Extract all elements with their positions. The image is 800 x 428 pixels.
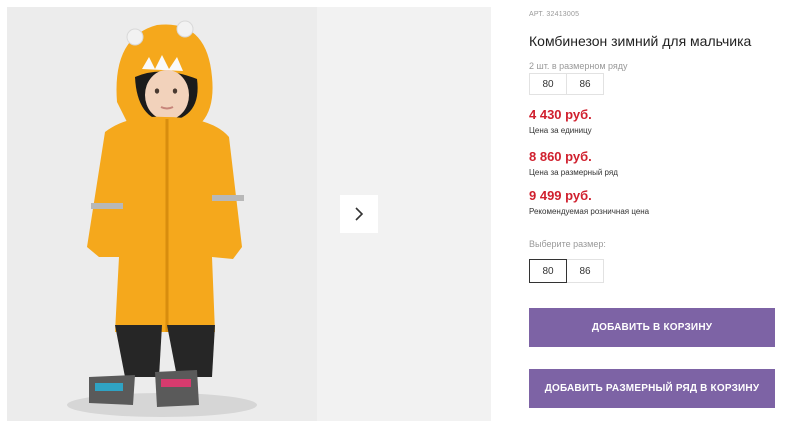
choose-size-label: Выберите размер: (529, 239, 606, 249)
add-to-cart-button[interactable]: ДОБАВИТЬ В КОРЗИНУ (529, 308, 775, 347)
unit-price-label: Цена за единицу (529, 126, 592, 135)
row-size-chip: 86 (566, 73, 604, 95)
product-photo[interactable] (7, 7, 317, 421)
retail-price: 9 499 руб. (529, 188, 592, 203)
size-option-86[interactable]: 86 (566, 259, 604, 283)
chevron-right-icon (355, 207, 364, 221)
row-count-label: 2 шт. в размерном ряду (529, 61, 628, 71)
row-price-label: Цена за размерный ряд (529, 168, 618, 177)
unit-price: 4 430 руб. (529, 107, 592, 122)
row-sizes-list: 80 86 (529, 73, 604, 95)
row-price: 8 860 руб. (529, 149, 592, 164)
size-selector: 80 86 (529, 259, 604, 283)
product-gallery (7, 7, 491, 421)
product-title: Комбинезон зимний для мальчика (529, 33, 752, 49)
gallery-next-button[interactable] (340, 195, 378, 233)
retail-price-label: Рекомендуемая розничная цена (529, 207, 650, 216)
size-option-80[interactable]: 80 (529, 259, 567, 283)
sku-label: АРТ. 32413005 (529, 11, 580, 18)
add-size-row-to-cart-button[interactable]: ДОБАВИТЬ РАЗМЕРНЫЙ РЯД В КОРЗИНУ (529, 369, 775, 408)
row-size-chip: 80 (529, 73, 567, 95)
